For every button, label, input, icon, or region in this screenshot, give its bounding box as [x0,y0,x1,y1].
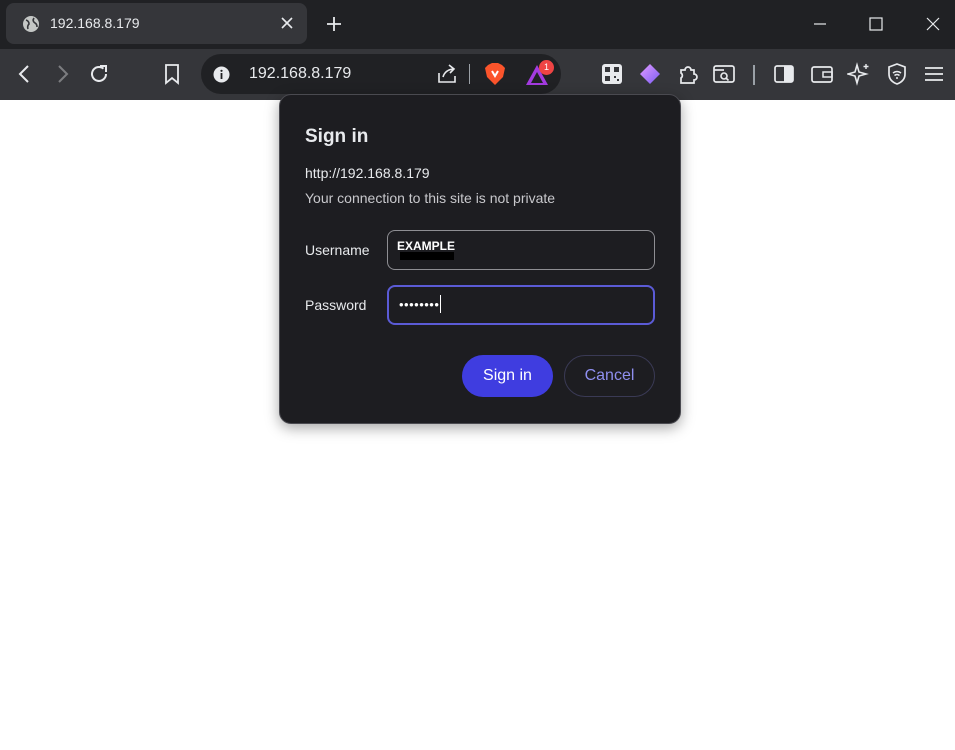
password-value: •••••••• [399,295,442,313]
username-field[interactable]: EXAMPLE [387,230,655,270]
extensions-icon[interactable] [676,62,700,86]
reload-icon[interactable] [87,62,111,86]
rewards-badge: 1 [539,60,554,75]
close-tab-icon[interactable] [276,12,298,34]
new-tab-icon[interactable] [322,12,346,36]
site-info-icon[interactable] [213,66,230,83]
menu-icon[interactable] [922,62,946,86]
address-bar[interactable]: 192.168.8.179 1 [201,54,561,94]
address-url[interactable]: 192.168.8.179 [249,65,351,83]
password-label: Password [305,297,367,313]
dialog-url: http://192.168.8.179 [305,165,430,181]
divider [469,64,470,84]
username-label: Username [305,242,370,258]
tab-search-icon[interactable] [712,62,736,86]
brave-shields-icon[interactable] [484,62,506,86]
leo-icon[interactable] [638,62,662,86]
privacy-warning: Your connection to this site is not priv… [305,190,556,206]
browser-tab[interactable]: 192.168.8.179 [6,3,307,44]
back-icon[interactable] [13,62,37,86]
browser-toolbar: 192.168.8.179 1 [0,49,955,100]
tab-title: 192.168.8.179 [50,15,140,31]
wallet-icon[interactable] [810,62,834,86]
redaction-bar [400,252,454,260]
qr-code-icon[interactable] [600,62,624,86]
tab-strip: 192.168.8.179 [0,0,955,49]
share-icon[interactable] [436,63,458,85]
username-value: EXAMPLE [397,239,456,253]
maximize-icon[interactable] [864,12,888,36]
sidebar-icon[interactable] [772,62,796,86]
dialog-title: Sign in [305,126,369,147]
cancel-button[interactable]: Cancel [564,355,655,397]
password-field[interactable]: •••••••• [387,285,655,325]
globe-icon [22,15,40,33]
sign-in-button[interactable]: Sign in [462,355,553,397]
text-caret [440,295,442,313]
bookmark-icon[interactable] [160,62,184,86]
sign-in-dialog: Sign in http://192.168.8.179 Your connec… [279,94,681,424]
ai-sparkle-icon[interactable] [847,62,871,86]
vpn-icon[interactable] [885,62,909,86]
forward-icon[interactable] [50,62,74,86]
minimize-icon[interactable] [808,12,832,36]
close-window-icon[interactable] [921,12,945,36]
toolbar-divider [753,65,755,85]
